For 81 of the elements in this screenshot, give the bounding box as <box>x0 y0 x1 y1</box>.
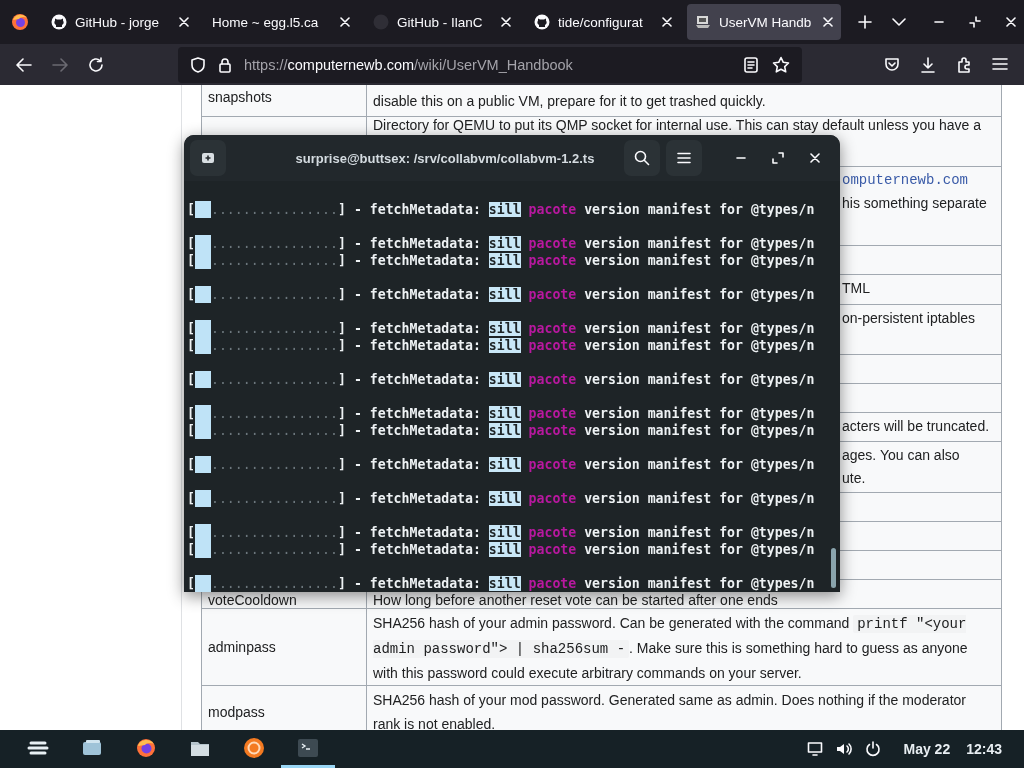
new-tab-button[interactable] <box>190 140 226 176</box>
browser-tab[interactable]: UserVM Handb <box>687 4 841 40</box>
setting-name: voteCooldown <box>208 592 298 608</box>
menu-icon <box>677 152 691 164</box>
close-icon[interactable] <box>179 17 189 27</box>
terminal-line: [ ................] - fetchMetadata: sill pacote version manifest for @types/n <box>187 286 816 303</box>
back-arrow-icon[interactable] <box>16 57 32 72</box>
browser-tab[interactable]: GitHub - jorge <box>43 4 197 40</box>
terminal-line: [ ................] - fetchMetadata: sill pacote version manifest for @types/n <box>187 422 816 439</box>
terminal-line: [ ................] - fetchMetadata: sill pacote version manifest for @types/n <box>187 575 816 592</box>
date-text: May 22 <box>903 741 951 757</box>
maximize-icon[interactable] <box>772 152 784 164</box>
search-icon <box>634 150 650 166</box>
code-text: omputernewb.com <box>842 171 970 190</box>
star-icon[interactable] <box>772 55 790 74</box>
close-icon[interactable] <box>501 17 511 27</box>
restore-icon[interactable] <box>969 16 981 28</box>
terminal-line: [ ................] - fetchMetadata: sill pacote version manifest for @types/n <box>187 337 816 354</box>
terminal-line: [ ................] - fetchMetadata: sill pacote version manifest for @types/n <box>187 235 816 252</box>
volume-icon[interactable] <box>835 741 854 757</box>
close-icon[interactable] <box>810 153 820 163</box>
new-tab-icon[interactable] <box>858 15 872 29</box>
terminal-line: [ ................] - fetchMetadata: sill pacote version manifest for @types/n <box>187 252 816 269</box>
setting-description: Directory for QEMU to put its QMP socket for internal use. This can stay default unless you have a <box>373 117 982 134</box>
description-text: TML <box>842 279 871 298</box>
time-text: 12:43 <box>966 741 1002 757</box>
power-icon[interactable] <box>865 741 882 757</box>
firefox-icon[interactable] <box>11 13 29 31</box>
computer-icon <box>695 14 711 30</box>
setting-description: SHA256 hash of your mod password. Generated same as admin. Does nothing if the moderator rank is not enabled. <box>373 691 967 730</box>
browser-tab[interactable]: Home ~ egg.l5.ca <box>204 4 358 40</box>
terminal-line: [ ................] - fetchMetadata: sill pacote version manifest for @types/n <box>187 541 816 558</box>
reader-view-icon[interactable] <box>744 56 758 73</box>
window-title: surprise@buttsex: /srv/collabvm/collabvm-1.2.ts <box>294 150 596 166</box>
pocket-icon[interactable] <box>884 56 900 73</box>
reload-icon[interactable] <box>88 56 104 73</box>
setting-name: snapshots <box>208 88 273 107</box>
download-icon[interactable] <box>920 56 936 73</box>
description-text: on-persistent iptables <box>842 309 977 328</box>
tab-title: GitHub - jorge <box>75 14 161 30</box>
scrollbar-thumb[interactable] <box>831 548 836 588</box>
description-text: ute. <box>842 469 867 488</box>
chevron-down-icon[interactable] <box>892 17 906 27</box>
address-bar[interactable]: https://computernewb.com/wiki/UserVM_Handbook <box>178 46 802 83</box>
terminal-line: [ ................] - fetchMetadata: sill pacote version manifest for @types/n <box>187 490 816 507</box>
terminal-line: [ ................] - fetchMetadata: sill pacote version manifest for @types/n <box>187 456 816 473</box>
tab-title: Home ~ egg.l5.ca <box>212 14 320 30</box>
url-text: https://computernewb.com/wiki/UserVM_Handbook <box>244 56 574 73</box>
browser-tab[interactable]: tide/configurat <box>526 4 680 40</box>
terminal-line: [ ................] - fetchMetadata: sill pacote version manifest for @types/n <box>187 201 816 218</box>
new-tab-icon <box>201 152 215 164</box>
tab-title: GitHub - IlanC <box>397 14 484 30</box>
close-icon[interactable] <box>823 17 833 27</box>
setting-name: modpass <box>208 703 266 722</box>
menu-button[interactable] <box>666 140 702 176</box>
close-icon[interactable] <box>340 17 350 27</box>
screen-icon[interactable] <box>807 741 824 757</box>
menu-icon[interactable] <box>992 56 1008 71</box>
description-text: acters will be truncated. <box>842 417 991 436</box>
close-icon[interactable] <box>1006 17 1016 27</box>
browser-tab[interactable]: GitHub - IlanC <box>365 4 519 40</box>
terminal-line: [ ................] - fetchMetadata: sill pacote version manifest for @types/n <box>187 371 816 388</box>
tab-title: tide/configurat <box>558 14 644 30</box>
terminal-line: [ ................] - fetchMetadata: sill pacote version manifest for @types/n <box>187 524 816 541</box>
extensions-icon[interactable] <box>956 56 972 73</box>
description-text: ages. You can also <box>842 446 961 465</box>
search-button[interactable] <box>624 140 660 176</box>
shield-icon <box>190 56 206 73</box>
setting-description: SHA256 hash of your admin password. Can be generated with the command printf "<your admin password"> | sha256sum - . Make sure this is something hard to guess as anyone with this password could execute arbitrary commands on your server. <box>373 614 969 683</box>
tab-title: UserVM Handb <box>719 14 813 30</box>
close-icon[interactable] <box>662 17 672 27</box>
description-text: his something separate <box>842 194 988 213</box>
setting-name: adminpass <box>208 638 277 657</box>
terminal-line: [ ................] - fetchMetadata: sill pacote version manifest for @types/n <box>187 320 816 337</box>
terminal-icon <box>297 736 319 759</box>
terminal-line: [ ................] - fetchMetadata: sill pacote version manifest for @types/n <box>187 405 816 422</box>
setting-description: disable this on a public VM, prepare for it to get trashed quickly. <box>373 92 767 111</box>
setting-description: How long before another reset vote can be started after one ends <box>373 592 779 608</box>
ring-icon <box>243 736 265 759</box>
firefox-icon <box>135 736 157 759</box>
lock-icon <box>218 56 232 73</box>
